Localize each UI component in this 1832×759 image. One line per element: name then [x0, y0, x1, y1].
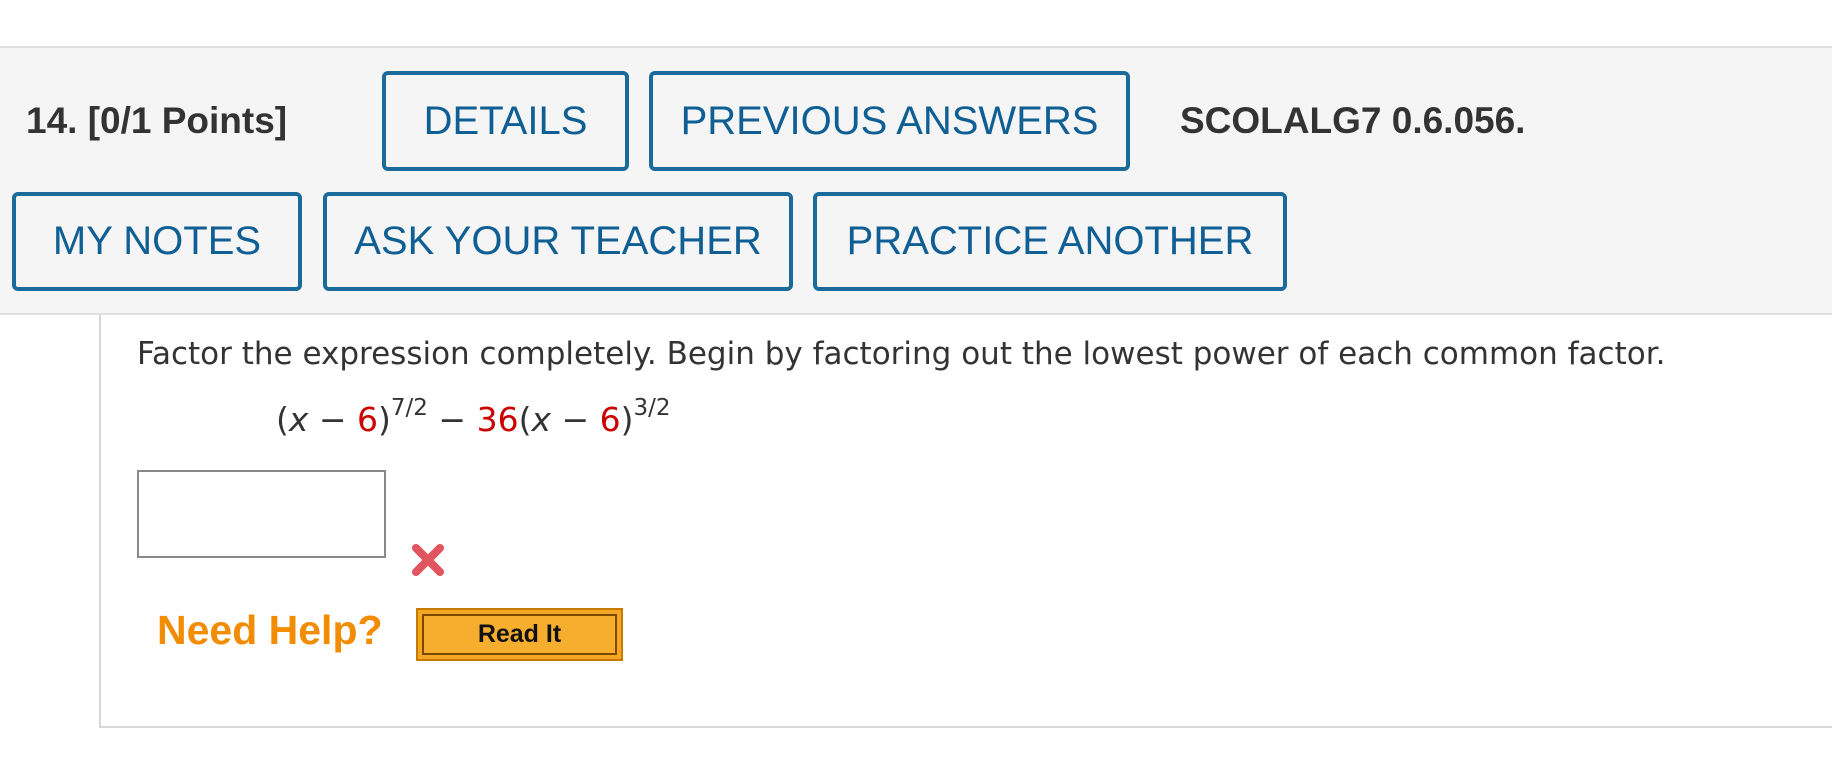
details-button[interactable]: DETAILS [382, 71, 629, 171]
expr-minus: − [550, 400, 600, 439]
math-expression: (x − 6)7/2 − 36(x − 6)3/2 [276, 397, 671, 440]
read-it-button[interactable]: Read It [416, 608, 623, 661]
question-number: 14. [0/1 Points] [26, 100, 288, 141]
expr-constant: 6 [599, 400, 621, 439]
question-code: SCOLALG7 0.6.056. [1180, 100, 1526, 141]
expr-open-paren: ( [276, 400, 289, 439]
expr-minus: − [427, 400, 477, 439]
my-notes-button[interactable]: MY NOTES [12, 192, 302, 291]
previous-answers-button[interactable]: PREVIOUS ANSWERS [649, 71, 1130, 171]
answer-input[interactable] [137, 470, 386, 558]
ask-your-teacher-button[interactable]: ASK YOUR TEACHER [323, 192, 793, 291]
expr-open-paren: ( [518, 400, 532, 439]
expr-coefficient: 36 [476, 400, 519, 439]
expr-constant: 6 [357, 400, 379, 439]
expr-variable: x [531, 400, 551, 439]
expr-close-paren: ) [378, 400, 391, 439]
expr-close-paren: ) [620, 400, 634, 439]
problem-instructions: Factor the expression completely. Begin … [137, 336, 1666, 372]
expr-exponent: 7/2 [390, 395, 428, 421]
red-x-icon [412, 544, 444, 576]
expr-variable: x [288, 400, 309, 439]
need-help-label: Need Help? [157, 607, 383, 653]
read-it-label: Read It [422, 614, 617, 655]
practice-another-button[interactable]: PRACTICE ANOTHER [813, 192, 1287, 291]
expr-minus: − [308, 400, 358, 439]
expr-exponent: 3/2 [633, 395, 671, 421]
